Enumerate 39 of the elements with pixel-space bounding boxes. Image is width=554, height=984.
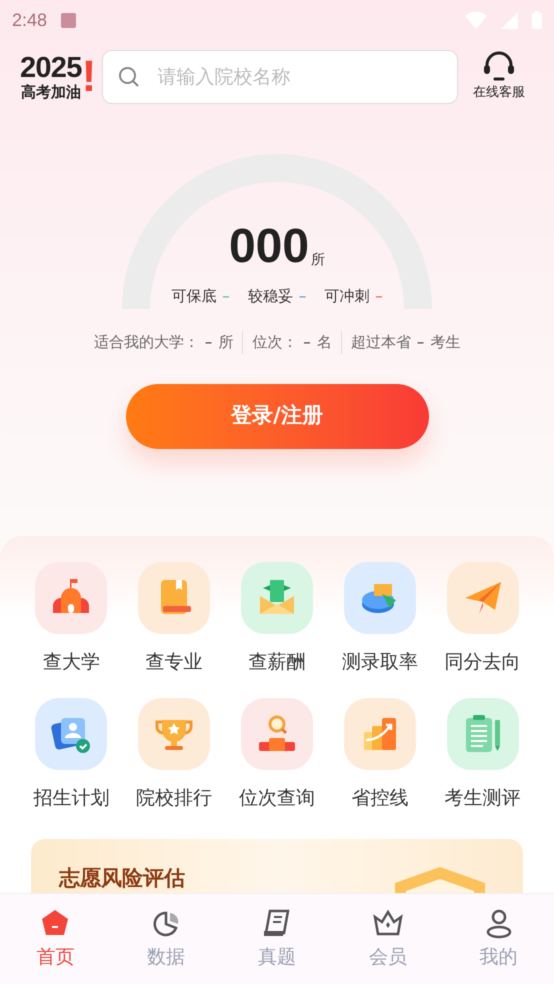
feature-shortcut[interactable]: 同分去向 [431, 562, 534, 676]
logo-exclamation: ! [82, 55, 96, 99]
nav-tab[interactable]: 首页 [36, 906, 74, 972]
legend-value: – [298, 286, 306, 306]
feature-shortcut[interactable]: 招生计划 [20, 698, 123, 812]
feature-shortcut[interactable]: 测录取率 [328, 562, 432, 676]
feature-shortcut[interactable]: 查薪酬 [226, 562, 328, 676]
stat-label: 超过本省 [350, 332, 411, 353]
headset-icon [481, 51, 517, 84]
stat-unit: 所 [218, 332, 234, 353]
feature-shortcut[interactable]: 查专业 [122, 562, 226, 676]
stat-value: – [303, 332, 311, 353]
feature-shortcut[interactable]: 考生测评 [431, 698, 534, 812]
legend-value: – [222, 286, 230, 306]
stat-label: 位次： [252, 332, 298, 353]
college-count: 000 [228, 222, 310, 270]
logo-slogan: 高考加油 [20, 85, 81, 100]
stat-unit: 考生 [430, 332, 460, 353]
legend-label: 较稳妥 [248, 286, 293, 306]
banner-title: 志愿风险评估 [59, 864, 185, 892]
stat-value: – [416, 332, 424, 353]
legend-label: 可保底 [171, 286, 216, 306]
feature-shortcut[interactable]: 院校排行 [122, 698, 226, 812]
feature-shortcut[interactable]: 位次查询 [226, 698, 328, 812]
status-time: 2:48 [12, 8, 48, 32]
report-banner[interactable]: 志愿风险评估 [31, 838, 523, 893]
legend-value: – [375, 286, 383, 306]
feature-shortcut[interactable]: 省控线 [328, 698, 432, 812]
stat-unit: 名 [316, 332, 332, 353]
feature-shortcut[interactable]: 查大学 [20, 562, 123, 676]
stat-label: 适合我的大学： [94, 332, 199, 353]
search-field[interactable]: 请输入院校名称 [102, 50, 458, 104]
count-unit: 所 [311, 250, 326, 270]
logo-year: 2025 [20, 54, 82, 83]
search-icon [118, 66, 140, 88]
notification-icon [61, 12, 76, 28]
legend-label: 可冲刺 [324, 286, 370, 306]
stat-value: – [204, 332, 212, 353]
online-service-button[interactable]: 在线客服 [464, 51, 534, 103]
